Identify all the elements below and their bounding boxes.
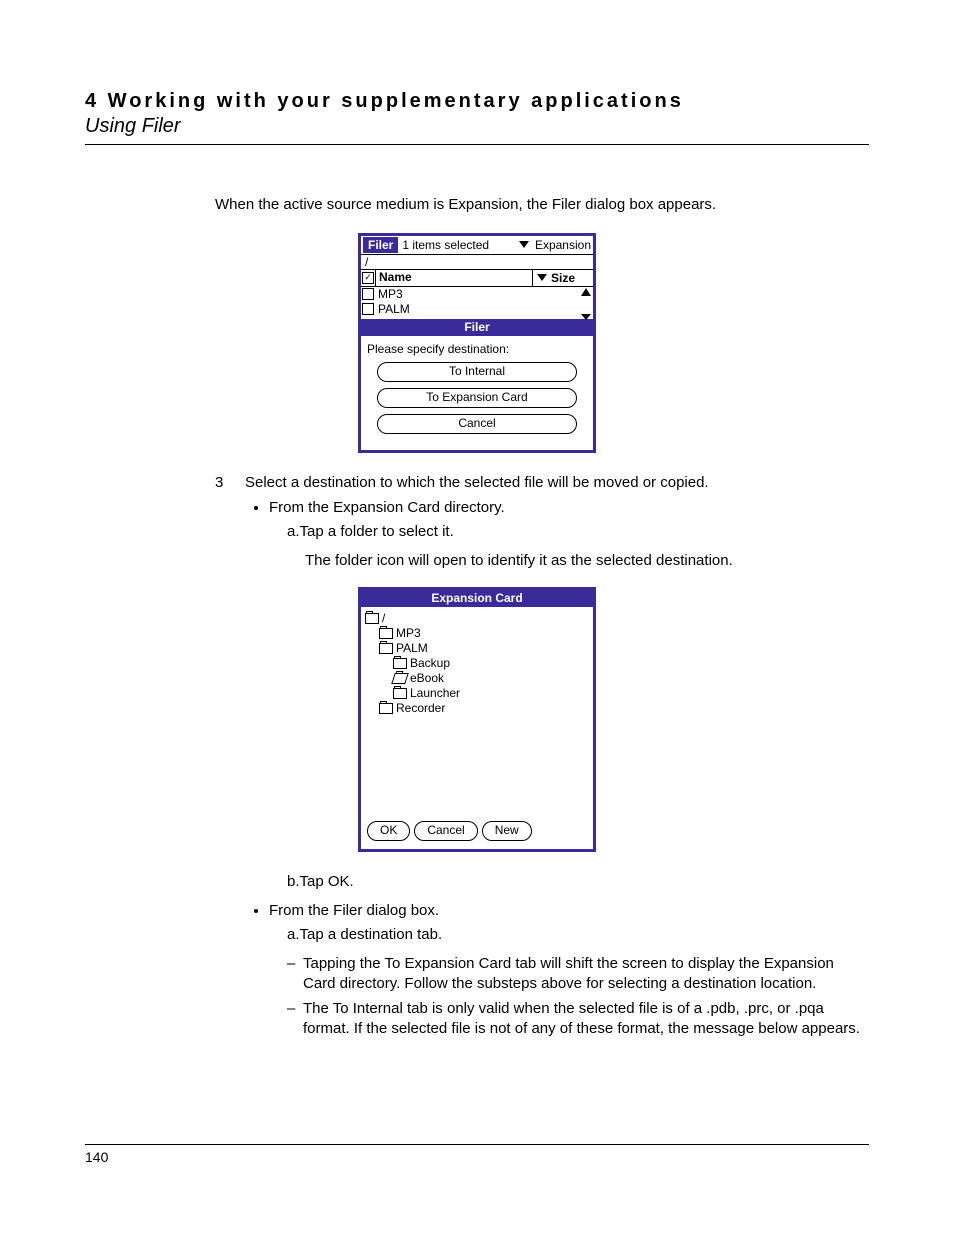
folder-icon <box>379 628 393 639</box>
column-size-label: Size <box>551 271 575 285</box>
scroll-up-icon[interactable] <box>581 288 591 296</box>
tree-node-selected[interactable]: eBook <box>393 671 589 686</box>
dash-item: The To Internal tab is only valid when t… <box>287 999 869 1038</box>
folder-tree: / MP3 PALM Backup eBook Launcher Recorde… <box>361 607 593 817</box>
column-check-header[interactable]: ✓ <box>361 270 376 286</box>
tree-node[interactable]: PALM <box>379 641 589 656</box>
file-row[interactable]: MP3 <box>361 287 593 302</box>
filer-screenshot: Filer 1 items selected Expansion / ✓ Nam… <box>358 233 596 453</box>
ok-button[interactable]: OK <box>367 821 410 841</box>
section-title: Using Filer <box>85 115 869 138</box>
new-button[interactable]: New <box>482 821 532 841</box>
tree-node[interactable]: MP3 <box>379 626 589 641</box>
tree-label: Recorder <box>396 701 445 715</box>
file-name: MP3 <box>375 287 403 302</box>
column-size-header[interactable]: Size <box>533 270 593 286</box>
medium-dropdown-icon[interactable] <box>519 241 529 248</box>
scroll-down-icon[interactable] <box>581 314 591 320</box>
substep-a-note: The folder icon will open to identify it… <box>305 551 869 571</box>
tree-label: / <box>382 611 385 625</box>
bullet-from-filer: From the Filer dialog box. a.Tap a desti… <box>269 901 869 1038</box>
file-name: PALM <box>375 302 410 317</box>
filer-selection-count: 1 items selected <box>402 238 513 252</box>
folder-icon <box>365 613 379 624</box>
folder-icon <box>393 688 407 699</box>
step-number: 3 <box>215 473 245 581</box>
intro-text: When the active source medium is Expansi… <box>215 195 869 215</box>
substep-a: a.Tap a folder to select it. <box>287 522 869 542</box>
step-text: Select a destination to which the select… <box>245 473 869 493</box>
to-internal-button[interactable]: To Internal <box>377 362 577 382</box>
filer-path: / <box>361 255 593 269</box>
tree-label: MP3 <box>396 626 421 640</box>
tree-root[interactable]: / <box>365 611 589 626</box>
expansion-card-title: Expansion Card <box>361 590 593 607</box>
tree-node[interactable]: Recorder <box>379 701 589 716</box>
tree-node[interactable]: Launcher <box>393 686 589 701</box>
folder-icon <box>379 703 393 714</box>
folder-open-icon <box>391 673 409 684</box>
destination-prompt: Please specify destination: <box>367 342 587 356</box>
tree-node[interactable]: Backup <box>393 656 589 671</box>
tree-label: eBook <box>410 671 444 685</box>
medium-label[interactable]: Expansion <box>535 238 591 252</box>
cancel-button[interactable]: Cancel <box>377 414 577 434</box>
bullet-text: From the Expansion Card directory. <box>269 499 505 516</box>
substep-a2: a.Tap a destination tab. <box>287 925 869 945</box>
dash-item: Tapping the To Expansion Card tab will s… <box>287 954 869 993</box>
tree-label: Launcher <box>410 686 460 700</box>
filer-badge: Filer <box>363 237 398 253</box>
bullet-text: From the Filer dialog box. <box>269 902 439 919</box>
page-header: 4 Working with your supplementary applic… <box>85 90 869 145</box>
file-row[interactable]: PALM <box>361 302 593 317</box>
substep-b: b.Tap OK. <box>287 872 869 892</box>
chapter-title: 4 Working with your supplementary applic… <box>85 90 869 113</box>
folder-icon <box>393 658 407 669</box>
cancel-button[interactable]: Cancel <box>414 821 477 841</box>
page-number: 140 <box>85 1149 108 1165</box>
step-3: 3 Select a destination to which the sele… <box>215 473 869 581</box>
bullet-from-expansion: From the Expansion Card directory. a.Tap… <box>269 498 869 571</box>
expansion-card-screenshot: Expansion Card / MP3 PALM Backup eBook L… <box>358 587 596 852</box>
column-name-header[interactable]: Name <box>376 270 533 286</box>
tree-label: PALM <box>396 641 428 655</box>
destination-dialog-title: Filer <box>361 319 593 336</box>
tree-label: Backup <box>410 656 450 670</box>
folder-icon <box>379 643 393 654</box>
page-footer: 140 <box>85 1144 869 1165</box>
to-expansion-card-button[interactable]: To Expansion Card <box>377 388 577 408</box>
